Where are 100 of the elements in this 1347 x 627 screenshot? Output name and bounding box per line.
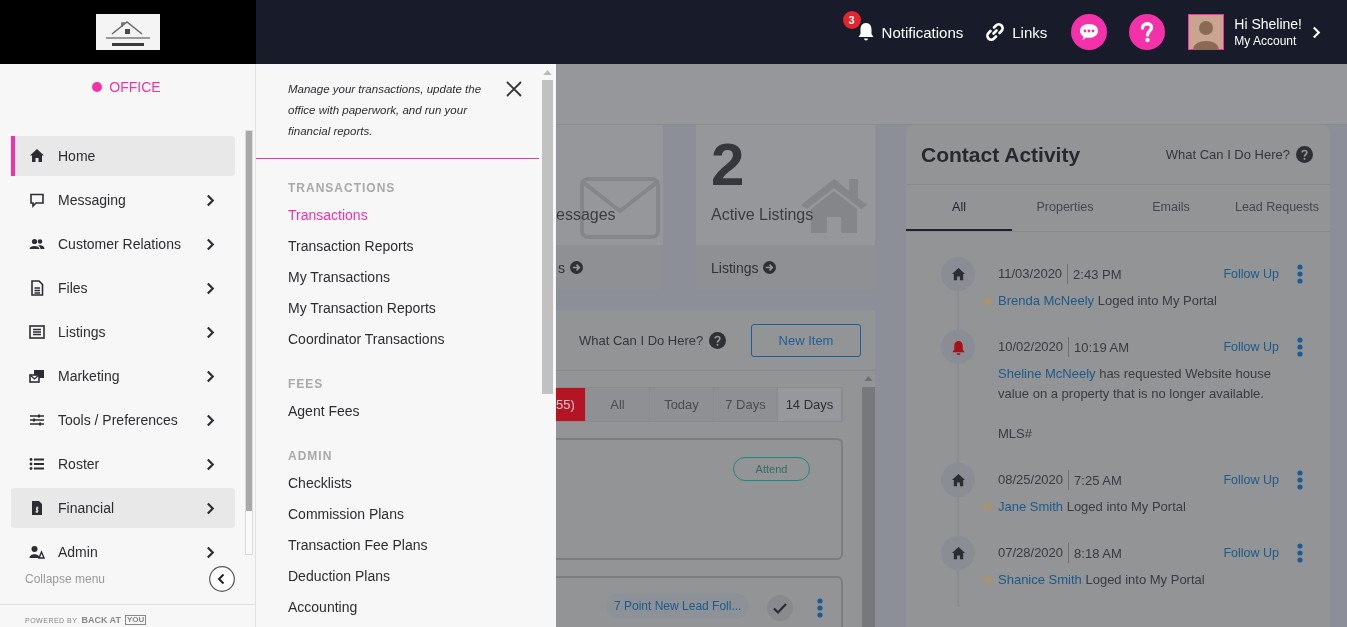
section-heading: FEES [288,376,325,393]
sidebar-item[interactable]: Financial [11,488,235,528]
more-icon[interactable] [1297,543,1303,563]
envelopes-icon [29,368,45,384]
menu-link[interactable]: Accounting [288,592,358,623]
help-icon [1296,146,1313,163]
activity-date: 11/03/2020 [998,264,1069,284]
avatar [1188,14,1225,50]
menu-link[interactable]: My Transaction Reports [288,293,436,324]
menu-link[interactable]: Deduction Plans [288,561,390,592]
contact-link[interactable]: Shanice Smith [998,572,1082,587]
links-link[interactable]: Links [985,22,1048,42]
activity-time: 10:19 AM [1073,339,1129,355]
bell-icon [856,22,875,42]
office-label: OFFICE [109,79,161,95]
tab[interactable]: Properties [1012,185,1118,231]
brand-name-box: YOU [124,615,147,625]
filter-tab[interactable]: All [586,388,650,421]
filter-tab[interactable]: 55) [556,388,586,421]
menu-link[interactable]: Transaction Fee Plans [288,530,428,561]
tab[interactable]: Emails [1118,185,1224,231]
more-icon[interactable] [817,598,824,618]
tab[interactable]: All [906,185,1012,231]
sidebar-item[interactable]: Files [11,268,235,308]
home-icon [950,545,966,561]
activity-time: 7:25 AM [1073,472,1122,488]
sidebar-item[interactable]: Listings [11,312,235,352]
menu-link[interactable]: Checklists [288,468,352,499]
company-logo [96,14,160,50]
arrow-circle-icon [763,261,777,274]
sidebar-item[interactable]: Home [11,136,235,176]
help-link[interactable]: What Can I Do Here? [1165,147,1290,162]
notification-count: 3 [842,11,861,29]
menu-link[interactable]: Agent Fees [288,396,360,427]
check-button-icon[interactable] [767,595,794,621]
collapse-menu-label: Collapse menu [25,572,106,586]
section-heading: TRANSACTIONS [288,180,397,197]
menu-link[interactable]: My Transactions [288,262,390,293]
tab[interactable]: Lead Requests [1224,185,1330,231]
brand-name: BACK AT [81,615,121,625]
follow-up-link[interactable]: Follow Up [1223,267,1279,281]
follow-up-link[interactable]: Follow Up [1223,340,1279,354]
user-admin-icon [29,544,45,560]
contact-link[interactable]: Brenda McNeely [998,293,1095,308]
activity-date: 10/02/2020 [998,337,1070,357]
scroll-up-icon [543,70,552,75]
list-icon [29,456,45,472]
chat-icon [29,192,45,208]
help-button-icon[interactable] [1129,14,1166,50]
help-icon [709,331,727,349]
sidebar-item[interactable]: Customer Relations [11,224,235,264]
activity-message: Brenda McNeely Loged into My Portal [998,292,1218,310]
contact-link[interactable]: Jane Smith [998,499,1064,514]
status-dot-icon [92,82,103,92]
sidebar-item[interactable]: Tools / Preferences [11,400,235,440]
close-icon[interactable] [506,81,522,97]
activity-date: 07/28/2020 [998,543,1070,563]
greeting-text: Hi Sheline! [1234,14,1302,33]
activity-note: MLS# [998,425,1033,443]
bell-icon [950,339,966,355]
invoice-icon [29,500,45,516]
stat-link[interactable]: s [558,259,565,276]
activity-message: Shanice Smith Loged into My Portal [998,571,1206,589]
collapse-button-icon[interactable] [209,566,235,592]
sidebar-item[interactable]: Roster [11,444,235,484]
stat-card[interactable]: 2 Active Listings Listings [696,125,875,290]
menu-link[interactable]: Transactions [288,200,368,231]
sidebar-item[interactable]: Marketing [11,356,235,396]
people-icon [29,236,45,252]
stat-count: 2 [711,134,746,196]
sidebar-item[interactable]: Admin [11,532,235,572]
filter-tab[interactable]: 14 Days [778,388,842,421]
activity-time: 8:18 AM [1073,545,1122,561]
home-icon [29,148,45,164]
filter-tab[interactable]: Today [650,388,714,421]
sliders-icon [29,412,45,428]
help-link[interactable]: What Can I Do Here? [579,332,704,348]
account-menu[interactable]: Hi Sheline! My Account [1188,14,1321,50]
scrollbar[interactable] [245,130,253,555]
follow-up-link[interactable]: Follow Up [1223,473,1279,487]
arrow-circle-icon [570,261,583,274]
menu-link[interactable]: Coordinator Transactions [288,324,445,355]
contact-link[interactable]: Sheline McNeely [998,366,1096,381]
stat-link[interactable]: Listings [711,259,759,276]
scroll-up-icon [864,376,873,381]
more-icon[interactable] [1297,337,1303,357]
menu-link[interactable]: Commission Plans [288,499,404,530]
stat-card[interactable]: essages s [556,125,663,290]
more-icon[interactable] [1297,264,1303,284]
chat-button-icon[interactable] [1071,14,1108,50]
follow-up-link[interactable]: Follow Up [1223,546,1279,560]
more-icon[interactable] [1297,470,1303,490]
menu-link[interactable]: Transaction Reports [288,231,414,262]
account-link[interactable]: My Account [1234,32,1302,50]
activity-message: Jane Smith Loged into My Portal [998,498,1187,516]
sidebar-item[interactable]: Messaging [11,180,235,220]
file-icon [29,280,45,296]
home-icon [950,472,966,488]
activity-message: Sheline McNeely has requested Website house value on a property that is no longer available. [998,365,1272,403]
activity-date: 08/25/2020 [998,470,1070,490]
